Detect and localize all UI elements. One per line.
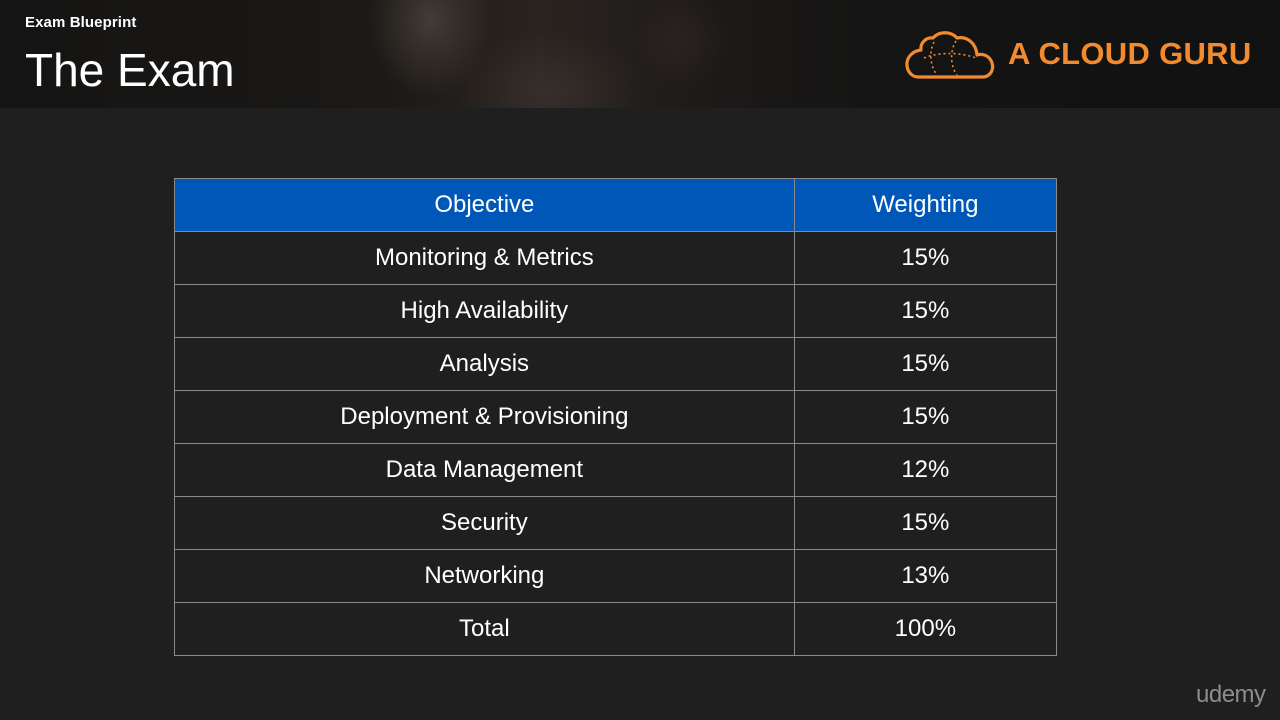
weighting-cell: 15%	[793, 337, 1058, 391]
table-row: Networking 13%	[174, 549, 1058, 603]
presenter-photo-background	[250, 0, 770, 108]
weighting-cell: 15%	[793, 284, 1058, 338]
brand-logo: A CLOUD GURU	[904, 26, 1254, 86]
column-header-weighting: Weighting	[793, 178, 1058, 232]
table-row: Security 15%	[174, 496, 1058, 550]
objective-cell: Monitoring & Metrics	[174, 231, 795, 285]
table-row: Data Management 12%	[174, 443, 1058, 497]
table-row: High Availability 15%	[174, 284, 1058, 338]
weighting-cell: 13%	[793, 549, 1058, 603]
objective-cell: Data Management	[174, 443, 795, 497]
table-row: Analysis 15%	[174, 337, 1058, 391]
column-header-objective: Objective	[174, 178, 795, 232]
exam-blueprint-table: Objective Weighting Monitoring & Metrics…	[174, 178, 1058, 656]
section-label: Exam Blueprint	[25, 14, 137, 31]
slide-title: The Exam	[25, 44, 235, 96]
objective-cell: Analysis	[174, 337, 795, 391]
objective-cell: High Availability	[174, 284, 795, 338]
objective-cell: Security	[174, 496, 795, 550]
cloud-logo-icon	[905, 31, 995, 79]
slide-header: Exam Blueprint The Exam A CLOUD GURU	[0, 0, 1280, 108]
table-header-row: Objective Weighting	[174, 178, 1058, 232]
brand-name: A CLOUD GURU	[1008, 36, 1252, 71]
objective-cell: Total	[174, 602, 795, 656]
table-row: Deployment & Provisioning 15%	[174, 390, 1058, 444]
table-row-total: Total 100%	[174, 602, 1058, 656]
weighting-cell: 12%	[793, 443, 1058, 497]
weighting-cell: 15%	[793, 496, 1058, 550]
objective-cell: Networking	[174, 549, 795, 603]
udemy-watermark: udemy	[1196, 681, 1266, 708]
weighting-cell: 15%	[793, 231, 1058, 285]
weighting-cell: 100%	[793, 602, 1058, 656]
table-row: Monitoring & Metrics 15%	[174, 231, 1058, 285]
weighting-cell: 15%	[793, 390, 1058, 444]
objective-cell: Deployment & Provisioning	[174, 390, 795, 444]
